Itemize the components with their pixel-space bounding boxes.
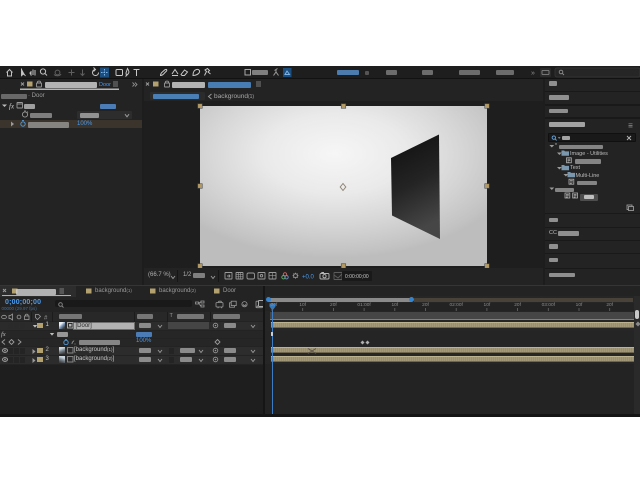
svg-text:fx: fx — [9, 103, 15, 111]
svg-text:»: » — [531, 70, 535, 77]
svg-text:+0.0: +0.0 — [302, 275, 315, 281]
svg-text:#: # — [44, 315, 48, 321]
